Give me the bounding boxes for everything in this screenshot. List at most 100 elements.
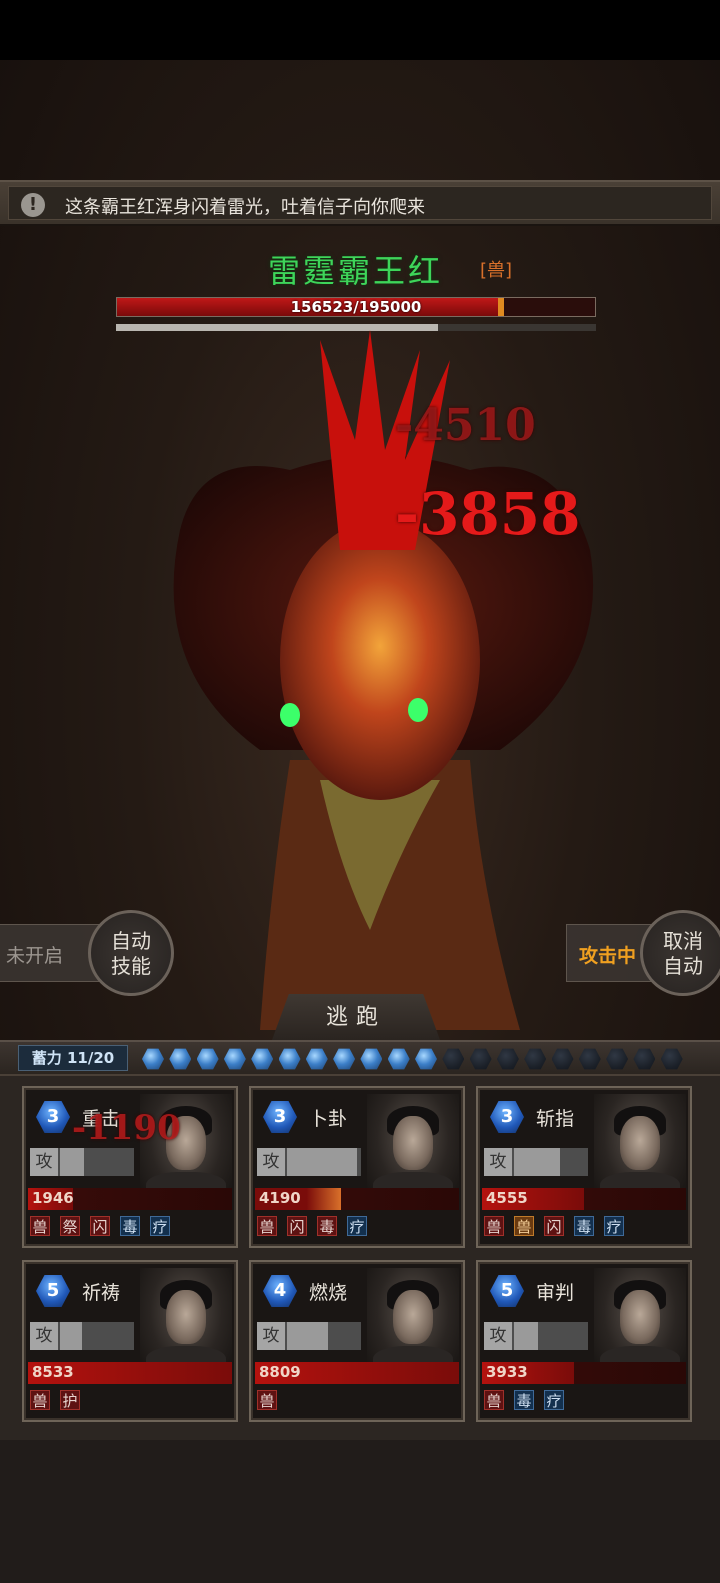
attack-fill	[287, 1322, 328, 1350]
auto-skill-label-1: 自动	[111, 929, 151, 953]
hero-hp-bar: 4555	[482, 1188, 686, 1210]
boss-type-tag: [兽]	[480, 260, 513, 281]
attack-bar: 攻	[30, 1148, 134, 1176]
attack-bar: 攻	[30, 1322, 134, 1350]
charge-gem-icon	[360, 1048, 383, 1070]
hero-portrait	[594, 1268, 686, 1378]
status-tags: 兽毒疗	[484, 1390, 574, 1410]
attack-label: 攻	[30, 1322, 58, 1350]
charge-row: 蓄力 11/20	[0, 1040, 720, 1074]
hero-hp-value: 1946	[32, 1189, 74, 1207]
hero-hp-bar: 8809	[255, 1362, 459, 1384]
hero-hp-value: 4190	[259, 1189, 301, 1207]
hero-card[interactable]: 3 卜卦 攻 4190 兽闪毒疗	[249, 1086, 465, 1248]
status-tag: 疗	[604, 1216, 624, 1236]
boss-snake-image[interactable]	[140, 330, 620, 1030]
hero-hp-bar: 4190	[255, 1188, 459, 1210]
hero-card[interactable]: 3 斩指 攻 4555 兽兽闪毒疗	[476, 1086, 692, 1248]
attack-fill	[514, 1148, 560, 1176]
status-tags: 兽	[257, 1390, 287, 1410]
status-tag: 疗	[347, 1216, 367, 1236]
charge-gem-icon	[578, 1048, 601, 1070]
attack-bar: 攻	[257, 1148, 361, 1176]
charge-gem-icon	[142, 1048, 164, 1070]
hero-portrait	[594, 1094, 686, 1204]
status-tag: 毒	[514, 1390, 534, 1410]
status-tag: 兽	[484, 1390, 504, 1410]
cancel-auto-button[interactable]: 取消 自动	[640, 910, 720, 996]
level-badge-icon: 3	[263, 1101, 297, 1133]
status-tag: 疗	[150, 1216, 170, 1236]
cancel-auto-label-2: 自动	[663, 954, 703, 978]
status-tag: 兽	[484, 1216, 504, 1236]
charge-gem-icon	[442, 1048, 465, 1070]
auto-skill-button[interactable]: 自动 技能	[88, 910, 174, 996]
hero-hp-value: 4555	[486, 1189, 528, 1207]
skill-name: 祈祷	[82, 1282, 121, 1304]
hero-card[interactable]: 4 燃烧 攻 8809 兽	[249, 1260, 465, 1422]
level-badge-icon: 5	[36, 1275, 70, 1307]
status-tag: 兽	[30, 1216, 50, 1236]
hero-portrait	[367, 1268, 459, 1378]
hero-hp-value: 3933	[486, 1363, 528, 1381]
level-badge-icon: 5	[490, 1275, 524, 1307]
skill-name: 斩指	[536, 1108, 575, 1130]
charge-gem-icon	[333, 1048, 356, 1070]
status-tags: 兽护	[30, 1390, 90, 1410]
status-tag: 闪	[287, 1216, 307, 1236]
boss-hp-text: 156523/195000	[290, 298, 422, 316]
attack-fill	[287, 1148, 358, 1176]
hero-card[interactable]: 5 祈祷 攻 8533 兽护	[22, 1260, 238, 1422]
attack-fill	[60, 1322, 83, 1350]
charge-gem-icon	[223, 1048, 246, 1070]
charge-gem-icon	[278, 1048, 301, 1070]
flee-button[interactable]: 逃跑	[272, 994, 440, 1040]
hero-hp-bar: 3933	[482, 1362, 686, 1384]
exclamation-icon: !	[21, 193, 45, 217]
charge-gem-icon	[633, 1048, 656, 1070]
charge-gem-icon	[524, 1048, 547, 1070]
hero-card[interactable]: 5 审判 攻 3933 兽毒疗	[476, 1260, 692, 1422]
status-bar	[0, 0, 720, 60]
attack-bar: 攻	[484, 1322, 588, 1350]
level-badge-icon: 3	[36, 1101, 70, 1133]
damage-number: -3858	[395, 480, 581, 548]
status-tags: 兽兽闪毒疗	[484, 1216, 634, 1236]
skill-name: 卜卦	[309, 1108, 348, 1130]
charge-gem-icon	[251, 1048, 274, 1070]
status-tag: 兽	[257, 1390, 277, 1410]
charge-gem-icon	[551, 1048, 574, 1070]
skill-name: 燃烧	[309, 1282, 348, 1304]
hero-portrait	[140, 1268, 232, 1378]
status-tag: 毒	[574, 1216, 594, 1236]
attack-label: 攻	[257, 1322, 285, 1350]
level-badge-icon: 4	[263, 1275, 297, 1307]
level-badge-icon: 3	[490, 1101, 524, 1133]
status-tag: 闪	[544, 1216, 564, 1236]
attack-label: 攻	[30, 1148, 58, 1176]
status-tag: 护	[60, 1390, 80, 1410]
attack-fill	[514, 1322, 538, 1350]
hero-portrait	[367, 1094, 459, 1204]
hero-hp-value: 8533	[32, 1363, 74, 1381]
bottom-area	[0, 1440, 720, 1583]
status-tag: 疗	[544, 1390, 564, 1410]
charge-gem-icon	[305, 1048, 328, 1070]
cancel-auto-label-1: 取消	[663, 929, 703, 953]
charge-gem-icon	[387, 1048, 410, 1070]
attacking-label: 攻击中	[579, 945, 637, 967]
status-tag: 兽	[30, 1390, 50, 1410]
status-tag: 闪	[90, 1216, 110, 1236]
charge-gem-icon	[169, 1048, 192, 1070]
hero-hp-value: 8809	[259, 1363, 301, 1381]
skill-name: 审判	[536, 1282, 575, 1304]
attack-bar: 攻	[257, 1322, 361, 1350]
attack-fill	[60, 1148, 85, 1176]
attack-label: 攻	[484, 1148, 512, 1176]
auto-skill-label-2: 技能	[111, 954, 151, 978]
hero-hp-bar: 1946	[28, 1188, 232, 1210]
charge-gem-icon	[606, 1048, 629, 1070]
attack-label: 攻	[484, 1322, 512, 1350]
message-bar: ! 这条霸王红浑身闪着雷光，吐着信子向你爬来	[0, 180, 720, 226]
status-tag: 祭	[60, 1216, 80, 1236]
